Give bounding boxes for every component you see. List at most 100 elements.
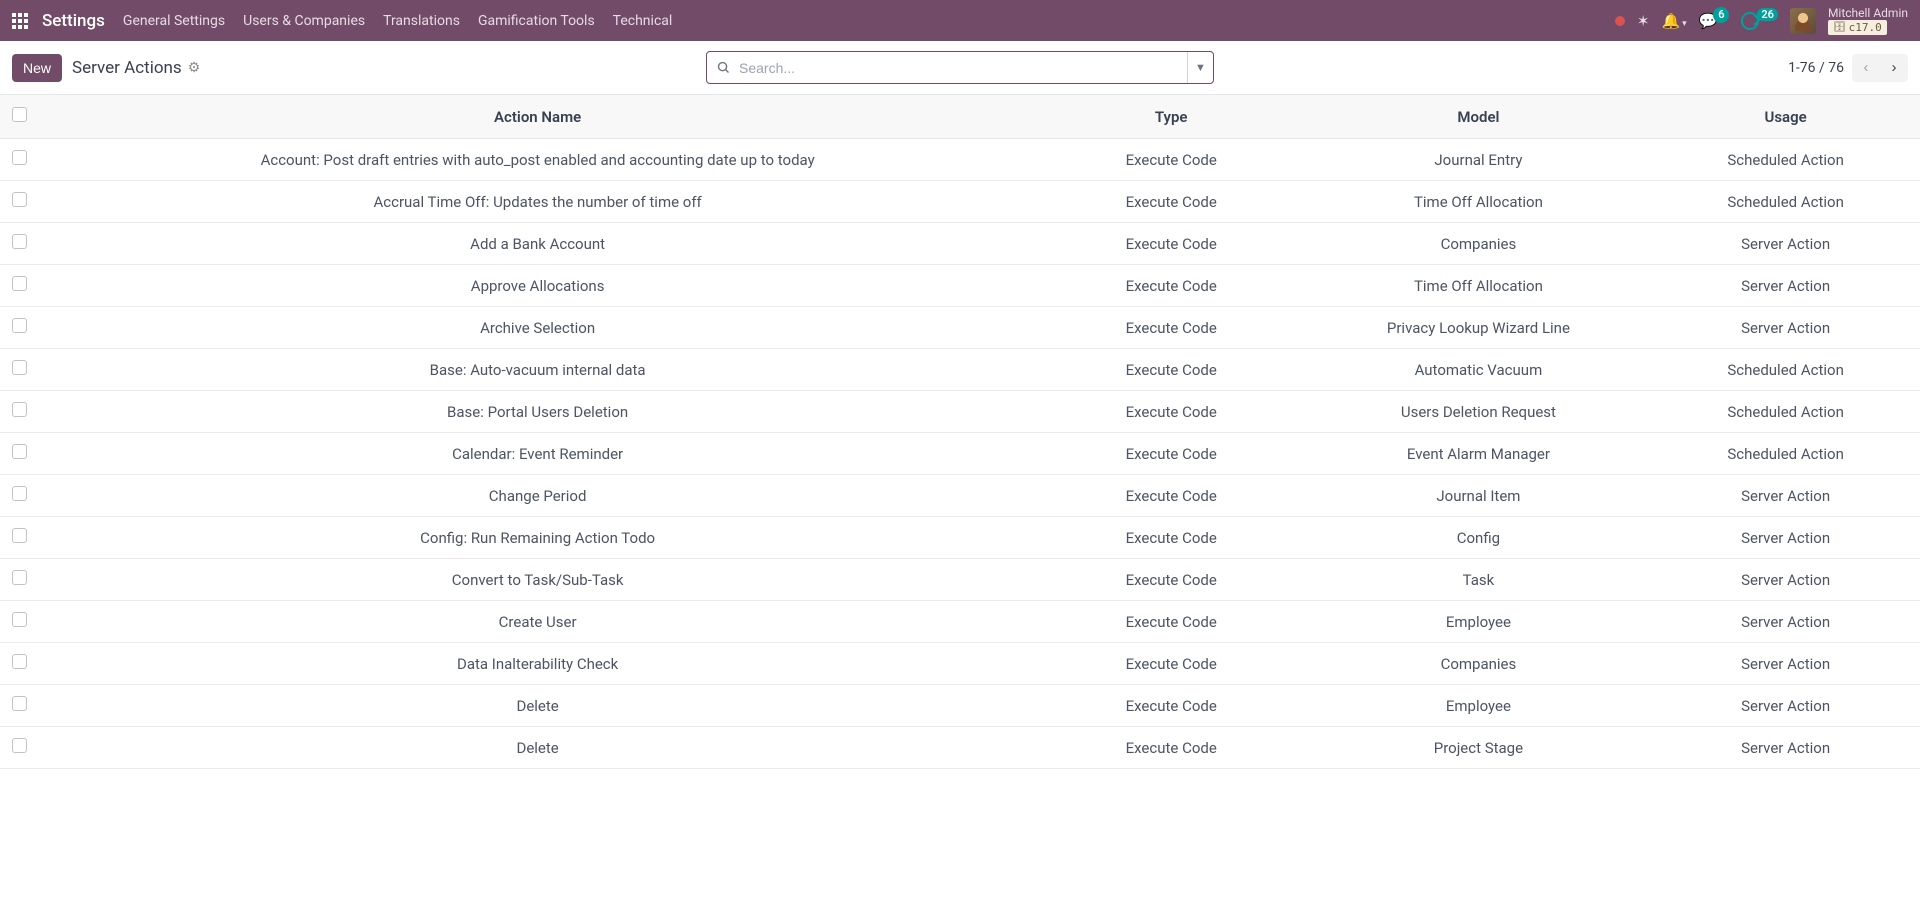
table-row[interactable]: Data Inalterability CheckExecute CodeCom… <box>0 643 1920 685</box>
navbar-menu: General Settings Users & Companies Trans… <box>123 13 1615 29</box>
row-checkbox-cell <box>0 307 38 349</box>
activities-count-badge: 26 <box>1757 8 1778 21</box>
row-checkbox[interactable] <box>12 696 27 711</box>
new-button[interactable]: New <box>12 54 62 82</box>
header-action-name[interactable]: Action Name <box>38 95 1036 139</box>
menu-general-settings[interactable]: General Settings <box>123 13 225 29</box>
row-checkbox-cell <box>0 517 38 559</box>
row-checkbox[interactable] <box>12 486 27 501</box>
header-checkbox-cell <box>0 95 38 139</box>
cell-model: Project Stage <box>1306 727 1652 769</box>
row-checkbox-cell <box>0 475 38 517</box>
cell-model: Employee <box>1306 601 1652 643</box>
messages-count-badge: 6 <box>1713 7 1729 23</box>
table-row[interactable]: Archive SelectionExecute CodePrivacy Loo… <box>0 307 1920 349</box>
cell-action-name: Base: Auto-vacuum internal data <box>38 349 1036 391</box>
control-bar: New Server Actions ⚙ ▼ 1-76 / 76 ‹ › <box>0 41 1920 95</box>
cell-type: Execute Code <box>1037 433 1306 475</box>
cell-usage: Server Action <box>1651 307 1920 349</box>
breadcrumb-label[interactable]: Server Actions <box>72 58 182 78</box>
table-row[interactable]: Base: Portal Users DeletionExecute CodeU… <box>0 391 1920 433</box>
row-checkbox[interactable] <box>12 150 27 165</box>
row-checkbox[interactable] <box>12 276 27 291</box>
row-checkbox[interactable] <box>12 570 27 585</box>
cell-model: Time Off Allocation <box>1306 265 1652 307</box>
pager-range[interactable]: 1-76 / 76 <box>1788 60 1844 76</box>
table-row[interactable]: Calendar: Event ReminderExecute CodeEven… <box>0 433 1920 475</box>
row-checkbox[interactable] <box>12 192 27 207</box>
row-checkbox-cell <box>0 559 38 601</box>
menu-gamification-tools[interactable]: Gamification Tools <box>478 13 595 29</box>
cell-type: Execute Code <box>1037 727 1306 769</box>
row-checkbox-cell <box>0 139 38 181</box>
row-checkbox[interactable] <box>12 654 27 669</box>
cell-type: Execute Code <box>1037 601 1306 643</box>
cell-usage: Server Action <box>1651 727 1920 769</box>
apps-icon[interactable] <box>12 13 28 29</box>
pager-prev-button[interactable]: ‹ <box>1852 54 1880 82</box>
select-all-checkbox[interactable] <box>12 107 27 122</box>
table-row[interactable]: Convert to Task/Sub-TaskExecute CodeTask… <box>0 559 1920 601</box>
row-checkbox-cell <box>0 685 38 727</box>
cell-usage: Server Action <box>1651 223 1920 265</box>
cell-action-name: Config: Run Remaining Action Todo <box>38 517 1036 559</box>
search-input[interactable] <box>739 52 1187 83</box>
table-row[interactable]: Approve AllocationsExecute CodeTime Off … <box>0 265 1920 307</box>
row-checkbox[interactable] <box>12 318 27 333</box>
pager: 1-76 / 76 ‹ › <box>1788 54 1908 82</box>
menu-technical[interactable]: Technical <box>613 13 673 29</box>
table-row[interactable]: Base: Auto-vacuum internal dataExecute C… <box>0 349 1920 391</box>
user-block[interactable]: Mitchell Admin 🗄 c17.0 <box>1828 7 1908 35</box>
notifications-icon[interactable]: 🔔 <box>1661 12 1686 30</box>
cell-action-name: Add a Bank Account <box>38 223 1036 265</box>
table-row[interactable]: Account: Post draft entries with auto_po… <box>0 139 1920 181</box>
table-scroll[interactable]: Action Name Type Model Usage Account: Po… <box>0 95 1920 909</box>
table-row[interactable]: Config: Run Remaining Action TodoExecute… <box>0 517 1920 559</box>
activities-icon[interactable]: 26 <box>1741 12 1778 30</box>
cell-model: Journal Item <box>1306 475 1652 517</box>
row-checkbox[interactable] <box>12 738 27 753</box>
cell-type: Execute Code <box>1037 307 1306 349</box>
cell-usage: Scheduled Action <box>1651 433 1920 475</box>
row-checkbox[interactable] <box>12 444 27 459</box>
table-row[interactable]: DeleteExecute CodeProject StageServer Ac… <box>0 727 1920 769</box>
cell-model: Event Alarm Manager <box>1306 433 1652 475</box>
menu-users-companies[interactable]: Users & Companies <box>243 13 365 29</box>
cell-model: Companies <box>1306 223 1652 265</box>
cell-model: Journal Entry <box>1306 139 1652 181</box>
messaging-icon[interactable]: 💬 6 <box>1699 12 1730 30</box>
table-row[interactable]: Create UserExecute CodeEmployeeServer Ac… <box>0 601 1920 643</box>
table-row[interactable]: Add a Bank AccountExecute CodeCompaniesS… <box>0 223 1920 265</box>
status-dot-icon[interactable] <box>1615 16 1625 26</box>
row-checkbox[interactable] <box>12 612 27 627</box>
row-checkbox[interactable] <box>12 234 27 249</box>
cell-usage: Scheduled Action <box>1651 391 1920 433</box>
menu-translations[interactable]: Translations <box>383 13 460 29</box>
header-usage[interactable]: Usage <box>1651 95 1920 139</box>
gear-icon[interactable]: ⚙ <box>188 60 201 76</box>
cell-action-name: Calendar: Event Reminder <box>38 433 1036 475</box>
pager-next-button[interactable]: › <box>1880 54 1908 82</box>
row-checkbox[interactable] <box>12 528 27 543</box>
cell-model: Automatic Vacuum <box>1306 349 1652 391</box>
row-checkbox[interactable] <box>12 360 27 375</box>
cell-type: Execute Code <box>1037 685 1306 727</box>
cell-action-name: Account: Post draft entries with auto_po… <box>38 139 1036 181</box>
version-tag: 🗄 c17.0 <box>1828 20 1887 35</box>
debug-icon[interactable]: ✶ <box>1637 12 1650 30</box>
app-title[interactable]: Settings <box>42 11 105 31</box>
server-actions-table: Action Name Type Model Usage Account: Po… <box>0 95 1920 769</box>
cell-type: Execute Code <box>1037 643 1306 685</box>
search-dropdown-toggle[interactable]: ▼ <box>1187 52 1213 83</box>
search-box: ▼ <box>706 51 1214 84</box>
table-row[interactable]: Change PeriodExecute CodeJournal ItemSer… <box>0 475 1920 517</box>
table-row[interactable]: DeleteExecute CodeEmployeeServer Action <box>0 685 1920 727</box>
cell-action-name: Approve Allocations <box>38 265 1036 307</box>
row-checkbox[interactable] <box>12 402 27 417</box>
version-label: c17.0 <box>1849 21 1882 34</box>
table-row[interactable]: Accrual Time Off: Updates the number of … <box>0 181 1920 223</box>
database-icon: 🗄 <box>1833 22 1846 33</box>
header-type[interactable]: Type <box>1037 95 1306 139</box>
header-model[interactable]: Model <box>1306 95 1652 139</box>
avatar[interactable] <box>1790 8 1816 34</box>
